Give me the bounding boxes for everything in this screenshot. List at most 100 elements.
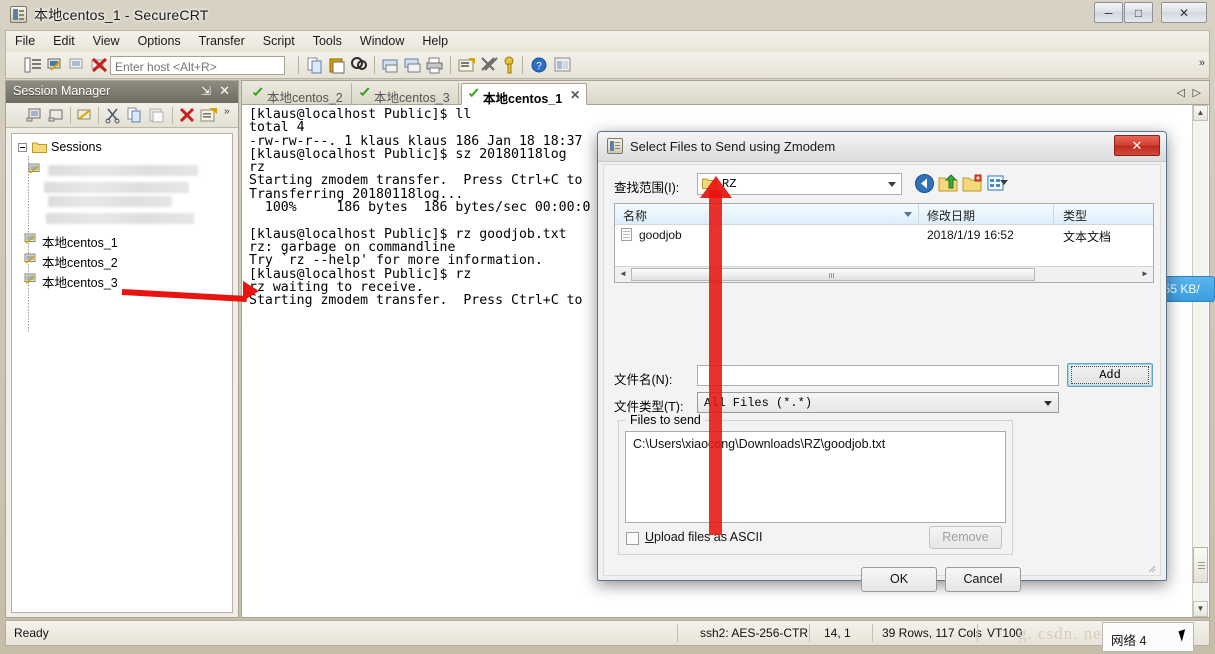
list-item[interactable]: C:\Users\xiaocong\Downloads\RZ\goodjob.t… <box>633 437 885 451</box>
global-options-icon[interactable] <box>480 56 499 75</box>
table-row[interactable]: goodjob 2018/1/19 16:52 文本文档 <box>615 225 1153 245</box>
print-screen-icon[interactable] <box>404 56 423 75</box>
tab-本地centos_2[interactable]: 本地centos_2 <box>246 83 352 105</box>
column-header-name[interactable]: 名称 <box>623 207 647 224</box>
menu-tools[interactable]: Tools <box>304 31 351 51</box>
menu-window[interactable]: Window <box>351 31 413 51</box>
back-icon[interactable] <box>914 173 935 194</box>
up-folder-icon[interactable] <box>938 173 959 194</box>
cancel-button-label: Cancel <box>963 572 1003 586</box>
menu-file[interactable]: File <box>6 31 44 51</box>
session-label: 本地centos_3 <box>42 276 118 290</box>
main-toolbar: ? » <box>5 52 1210 79</box>
menu-script[interactable]: Script <box>254 31 304 51</box>
copy-icon[interactable] <box>306 56 325 75</box>
tab-本地centos_1[interactable]: 本地centos_1 ✕ <box>461 83 588 106</box>
scroll-up-icon[interactable]: ▲ <box>1193 105 1208 121</box>
tab-scroll-left-icon[interactable]: ◁ <box>1177 86 1185 99</box>
redacted-session-2[interactable] <box>44 182 189 193</box>
sidebar-item-本地centos_1[interactable]: 本地centos_1 <box>24 232 118 251</box>
scroll-down-icon[interactable]: ▼ <box>1193 601 1208 617</box>
new-session-icon[interactable] <box>26 107 44 124</box>
maximize-button[interactable]: □ <box>1124 2 1153 23</box>
session-toolbar-overflow[interactable]: » <box>224 106 230 117</box>
connect-icon[interactable] <box>46 56 65 75</box>
pin-icon[interactable]: ⇲ <box>201 84 211 98</box>
tree-root-label: Sessions <box>51 140 102 154</box>
paste-icon[interactable] <box>328 56 347 75</box>
scroll-left-icon[interactable]: ◄ <box>615 267 631 282</box>
filename-input[interactable] <box>697 365 1059 386</box>
chevron-down-icon[interactable] <box>1000 180 1008 185</box>
session-options-icon[interactable] <box>458 56 477 75</box>
print-icon[interactable] <box>426 56 445 75</box>
dialog-body: 查找范围(I): RZ 名称 修改日期 类型 goodjob 2018/1/19… <box>603 164 1161 592</box>
cancel-button[interactable]: Cancel <box>945 567 1021 592</box>
annotation-arrow-vertical <box>709 190 722 535</box>
securecrt-icon <box>10 6 27 23</box>
redacted-session-4[interactable] <box>46 213 194 224</box>
delete-icon[interactable] <box>178 107 196 124</box>
connected-check-icon <box>359 88 370 99</box>
filename-label: 文件名(N): <box>614 373 673 387</box>
key-icon[interactable] <box>500 56 519 75</box>
tab-本地centos_3[interactable]: 本地centos_3 <box>353 83 459 105</box>
tray-network-label: 网络 4 <box>1111 634 1147 648</box>
column-header-modified[interactable]: 修改日期 <box>927 207 975 224</box>
toolbar-overflow-button[interactable]: » <box>1199 57 1205 69</box>
copy-icon[interactable] <box>126 107 144 124</box>
find-icon[interactable] <box>350 56 369 75</box>
session-tree[interactable]: Sessions 本地centos_1 本地centos_2 本地centos_… <box>11 133 233 613</box>
connect-session-icon[interactable] <box>76 107 94 124</box>
resize-grip-icon[interactable] <box>1147 564 1156 573</box>
scrollbar-thumb[interactable] <box>1193 547 1208 583</box>
column-header-type[interactable]: 类型 <box>1063 207 1087 224</box>
sidebar-item-本地centos_3[interactable]: 本地centos_3 <box>24 272 118 291</box>
tab-scroll-right-icon[interactable]: ▷ <box>1193 86 1201 99</box>
sort-arrow-icon[interactable] <box>904 212 912 217</box>
close-window-button[interactable]: ✕ <box>1161 2 1207 23</box>
host-input[interactable] <box>110 56 285 75</box>
menu-transfer[interactable]: Transfer <box>190 31 254 51</box>
minimize-icon: – <box>1104 4 1113 20</box>
minimize-button[interactable]: – <box>1094 2 1123 23</box>
help-icon[interactable]: ? <box>530 56 549 75</box>
log-session-icon[interactable] <box>382 56 401 75</box>
files-to-send-list[interactable]: C:\Users\xiaocong\Downloads\RZ\goodjob.t… <box>625 431 1006 523</box>
tile-windows-icon[interactable] <box>554 56 573 75</box>
cut-icon[interactable] <box>104 107 122 124</box>
add-button[interactable]: Add <box>1067 363 1153 387</box>
files-to-send-legend: Files to send <box>626 413 705 427</box>
ok-button[interactable]: OK <box>861 567 937 592</box>
upload-ascii-checkbox[interactable] <box>626 532 639 545</box>
connect-local-icon[interactable] <box>68 56 87 75</box>
chevron-down-icon[interactable] <box>1044 401 1052 406</box>
redacted-session-3[interactable] <box>48 196 172 207</box>
close-panel-icon[interactable]: ✕ <box>219 83 230 99</box>
file-list-hscrollbar[interactable]: ◄ ► <box>615 266 1153 282</box>
paste-icon[interactable] <box>148 107 166 124</box>
file-list[interactable]: 名称 修改日期 类型 goodjob 2018/1/19 16:52 文本文档 … <box>614 203 1154 283</box>
remove-button[interactable]: Remove <box>929 526 1002 549</box>
tree-expand-icon[interactable] <box>18 143 27 152</box>
new-folder-icon[interactable] <box>48 107 66 124</box>
tab-label: 本地centos_1 <box>483 92 563 106</box>
filetype-combobox[interactable]: All Files (*.*) <box>697 392 1059 413</box>
menu-edit[interactable]: Edit <box>44 31 84 51</box>
scroll-right-icon[interactable]: ► <box>1137 267 1153 282</box>
menu-help[interactable]: Help <box>413 31 457 51</box>
new-folder-icon[interactable] <box>962 173 983 194</box>
hscrollbar-thumb[interactable] <box>631 268 1035 281</box>
chevron-down-icon[interactable] <box>888 182 896 187</box>
menu-options[interactable]: Options <box>129 31 190 51</box>
dialog-close-button[interactable]: ✕ <box>1114 135 1160 156</box>
menu-view[interactable]: View <box>84 31 129 51</box>
upload-ascii-label[interactable]: Upload files as ASCII <box>645 530 762 544</box>
properties-icon[interactable] <box>200 107 218 124</box>
redacted-session-1[interactable] <box>48 165 198 176</box>
disconnect-icon[interactable] <box>90 56 109 75</box>
session-manager-icon[interactable] <box>24 56 43 75</box>
close-tab-icon[interactable]: ✕ <box>570 88 580 102</box>
sidebar-item-本地centos_2[interactable]: 本地centos_2 <box>24 252 118 271</box>
terminal-scrollbar[interactable]: ▲ ▼ <box>1192 105 1208 617</box>
